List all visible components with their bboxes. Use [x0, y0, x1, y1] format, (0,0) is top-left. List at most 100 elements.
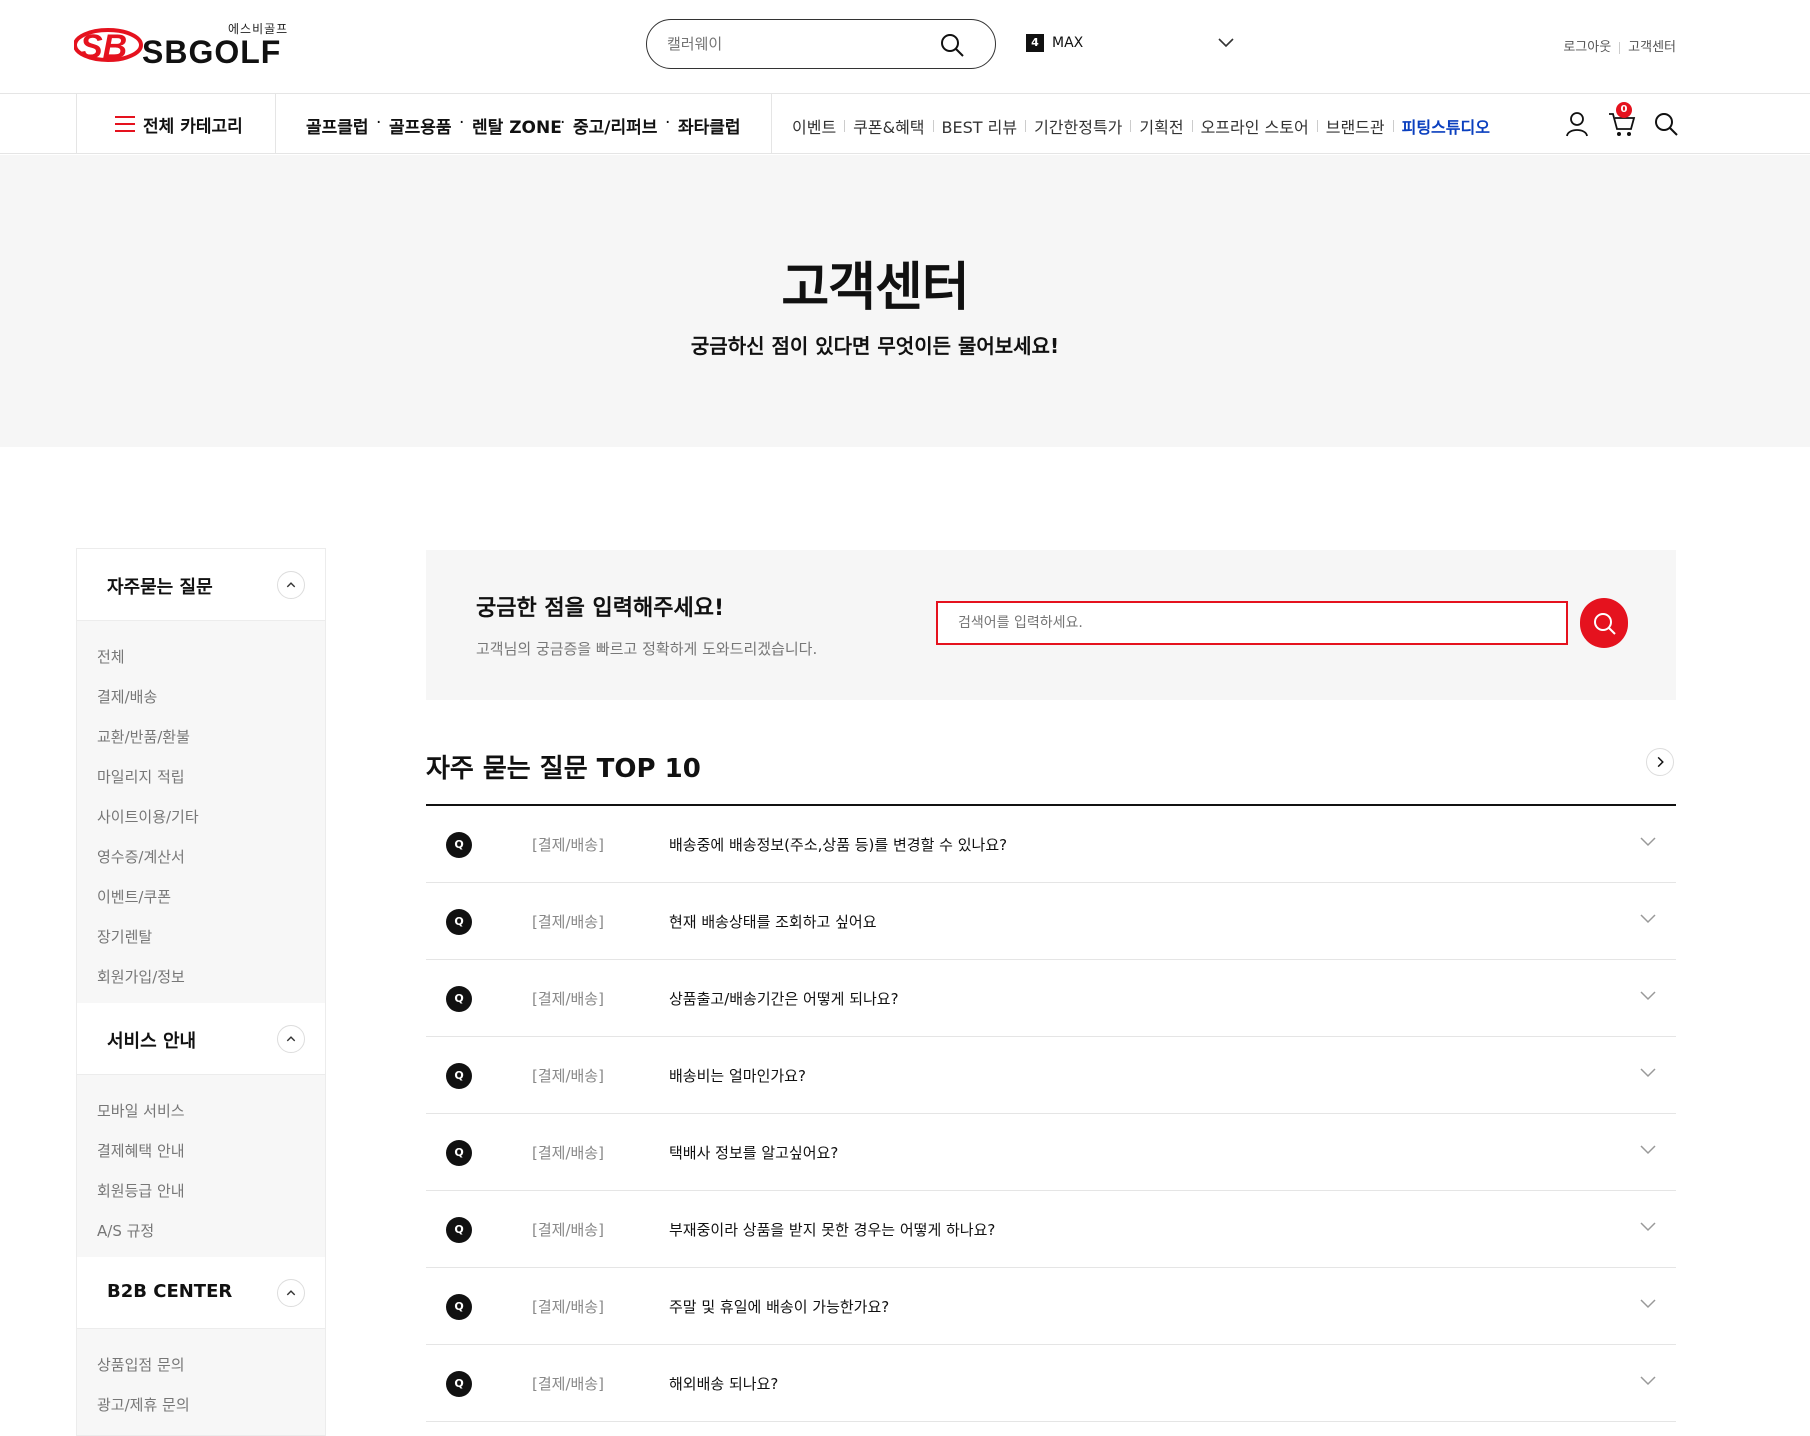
faq-category: [결제/배송]: [532, 1221, 604, 1239]
top-search-input[interactable]: [667, 32, 927, 56]
faq-category: [결제/배송]: [532, 913, 604, 931]
sidebar-item[interactable]: 회원등급 안내: [77, 1171, 325, 1211]
sidebar-list: 전체 결제/배송 교환/반품/환불 마일리지 적립 사이트이용/기타 영수증/계…: [77, 621, 325, 1003]
submenu-event[interactable]: 이벤트: [792, 114, 836, 138]
sidebar-section-title: 서비스 안내: [107, 1031, 197, 1052]
svg-text:SB: SB: [80, 28, 127, 66]
chevron-down-icon[interactable]: [1638, 834, 1658, 850]
divider: [1392, 120, 1394, 132]
divider: [1619, 41, 1621, 54]
faq-row[interactable]: Q [결제/배송] 택배사 정보를 알고싶어요?: [426, 1114, 1676, 1191]
menu-golf-goods[interactable]: 골프용품: [389, 113, 452, 138]
sub-menu: 이벤트 쿠폰&혜택 BEST 리뷰 기간한정특가 기획전 오프라인 스토어 브랜드관 피팅스튜…: [792, 114, 1490, 137]
submenu-exhibition[interactable]: 기획전: [1139, 114, 1183, 138]
sidebar-section-header[interactable]: 서비스 안내: [77, 1003, 325, 1075]
faq-row[interactable]: Q [결제/배송] 배송중에 배송정보(주소,상품 등)를 변경할 수 있나요?: [426, 806, 1676, 883]
sidebar-section-header[interactable]: 자주묻는 질문: [77, 549, 325, 621]
cart-count-badge: 0: [1616, 102, 1632, 118]
top-bar: SB 에스비골프 SBGOLF 4 MAX 로그아웃 고객센터: [0, 0, 1810, 94]
all-category-button[interactable]: 전체 카테고리: [76, 94, 276, 154]
sidebar-item[interactable]: 사이트이용/기타: [77, 797, 325, 837]
all-category-label: 전체 카테고리: [143, 117, 243, 137]
q-badge-icon: Q: [446, 1371, 472, 1397]
chevron-down-icon[interactable]: [1638, 1142, 1658, 1158]
sidebar-item[interactable]: 회원가입/정보: [77, 957, 325, 997]
submenu-brand[interactable]: 브랜드관: [1326, 114, 1385, 138]
chevron-down-icon[interactable]: [1638, 988, 1658, 1004]
max-label: MAX: [1052, 35, 1084, 51]
hero-banner: 고객센터 궁금하신 점이 있다면 무엇이든 물어보세요!: [0, 155, 1810, 447]
faq-question: 현재 배송상태를 조회하고 싶어요: [669, 913, 877, 931]
sidebar-item[interactable]: 결제혜택 안내: [77, 1131, 325, 1171]
search-icon[interactable]: [1652, 110, 1680, 138]
utility-links: 로그아웃 고객센터: [1563, 36, 1676, 55]
sidebar-item[interactable]: 광고/제휴 문의: [77, 1385, 325, 1425]
submenu-coupon[interactable]: 쿠폰&혜택: [853, 114, 924, 138]
sidebar-item[interactable]: 결제/배송: [77, 677, 325, 717]
submenu-offline-store[interactable]: 오프라인 스토어: [1201, 114, 1309, 138]
faq-row[interactable]: Q [결제/배송] 배송비는 얼마인가요?: [426, 1037, 1676, 1114]
chevron-right-icon[interactable]: [1646, 748, 1674, 776]
menu-separator: ·: [459, 113, 465, 133]
faq-category: [결제/배송]: [532, 1298, 604, 1316]
divider: [1191, 120, 1193, 132]
chevron-down-icon[interactable]: [1638, 1373, 1658, 1389]
sidebar-item[interactable]: 이벤트/쿠폰: [77, 877, 325, 917]
chevron-down-icon[interactable]: [1638, 1296, 1658, 1312]
faq-category: [결제/배송]: [532, 1144, 604, 1162]
max-dropdown[interactable]: 4 MAX: [1026, 34, 1236, 56]
chevron-up-icon[interactable]: [277, 571, 305, 599]
menu-left-handed[interactable]: 좌타클럽: [678, 113, 741, 138]
q-badge-icon: Q: [446, 1140, 472, 1166]
sidebar-item[interactable]: 모바일 서비스: [77, 1091, 325, 1131]
faq-row[interactable]: Q [결제/배송] 해외배송 되나요?: [426, 1345, 1676, 1422]
sidebar-item[interactable]: A/S 규정: [77, 1211, 325, 1251]
menu-separator: ·: [665, 113, 671, 133]
submenu-limited-sale[interactable]: 기간한정특가: [1034, 114, 1122, 138]
faq-search-button[interactable]: [1580, 598, 1628, 648]
menu-golf-clubs[interactable]: 골프클럽: [306, 113, 369, 138]
menu-separator: ·: [560, 113, 566, 133]
chevron-down-icon[interactable]: [1638, 1219, 1658, 1235]
sbgolf-logo-mark-icon: SB: [74, 28, 143, 66]
chevron-up-icon[interactable]: [277, 1279, 305, 1307]
search-icon[interactable]: [939, 32, 965, 58]
global-navigation: 전체 카테고리 골프클럽 · 골프용품 · 렌탈 ZONE · 중고/리퍼브 ·…: [0, 94, 1810, 154]
faq-row[interactable]: Q [결제/배송] 상품출고/배송기간은 어떻게 되나요?: [426, 960, 1676, 1037]
logout-link[interactable]: 로그아웃: [1563, 40, 1611, 55]
faq-question: 배송중에 배송정보(주소,상품 등)를 변경할 수 있나요?: [669, 836, 1008, 854]
sidebar-section-header[interactable]: B2B CENTER: [77, 1257, 325, 1329]
submenu-best-review[interactable]: BEST 리뷰: [942, 114, 1018, 138]
logo-text: SBGOLF: [142, 34, 282, 70]
menu-rental-zone[interactable]: 렌탈 ZONE: [472, 113, 562, 138]
faq-question: 주말 및 휴일에 배송이 가능한가요?: [669, 1298, 890, 1316]
chevron-down-icon[interactable]: [1638, 911, 1658, 927]
submenu-fitting-studio[interactable]: 피팅스튜디오: [1402, 114, 1490, 138]
divider: [1130, 120, 1132, 132]
divider: [1025, 120, 1027, 132]
my-page-icon[interactable]: [1564, 110, 1592, 138]
sidebar-list: 모바일 서비스 결제혜택 안내 회원등급 안내 A/S 규정: [77, 1075, 325, 1257]
sidebar-item[interactable]: 전체: [77, 637, 325, 677]
faq-search-input[interactable]: [936, 601, 1568, 645]
faq-category: [결제/배송]: [532, 1067, 604, 1085]
q-badge-icon: Q: [446, 986, 472, 1012]
faq-question: 상품출고/배송기간은 어떻게 되나요?: [669, 990, 899, 1008]
faq-question: 부재중이라 상품을 받지 못한 경우는 어떻게 하나요?: [669, 1221, 996, 1239]
faq-question: 해외배송 되나요?: [669, 1375, 779, 1393]
sidebar-item[interactable]: 마일리지 적립: [77, 757, 325, 797]
faq-row[interactable]: Q [결제/배송] 현재 배송상태를 조회하고 싶어요: [426, 883, 1676, 960]
customer-center-link[interactable]: 고객센터: [1628, 40, 1676, 55]
sbgolf-logo[interactable]: SB 에스비골프 SBGOLF: [74, 20, 294, 70]
faq-row[interactable]: Q [결제/배송] 주말 및 휴일에 배송이 가능한가요?: [426, 1268, 1676, 1345]
sidebar-item[interactable]: 영수증/계산서: [77, 837, 325, 877]
menu-separator: ·: [376, 113, 382, 133]
faq-row[interactable]: Q [결제/배송] 부재중이라 상품을 받지 못한 경우는 어떻게 하나요?: [426, 1191, 1676, 1268]
menu-used-refurb[interactable]: 중고/리퍼브: [573, 113, 657, 138]
sidebar-item[interactable]: 장기렌탈: [77, 917, 325, 957]
sidebar-item[interactable]: 상품입점 문의: [77, 1345, 325, 1385]
chevron-up-icon[interactable]: [277, 1025, 305, 1053]
chevron-down-icon[interactable]: [1638, 1065, 1658, 1081]
q-badge-icon: Q: [446, 1063, 472, 1089]
sidebar-item[interactable]: 교환/반품/환불: [77, 717, 325, 757]
